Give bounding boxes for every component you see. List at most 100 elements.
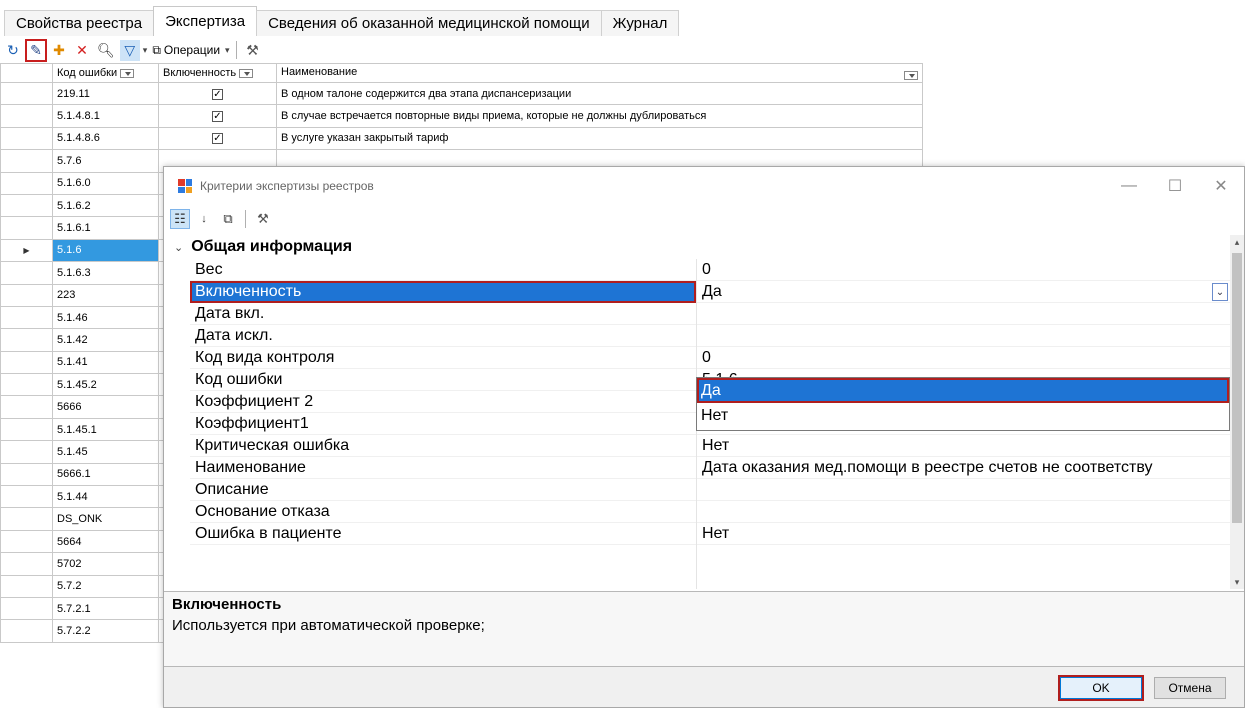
property-value[interactable]: Нет (697, 523, 1230, 545)
property-row[interactable]: Включенность Да ⌄ (164, 281, 1230, 303)
row-indicator[interactable] (0, 261, 53, 285)
cell-error-code[interactable]: 5.7.2 (52, 574, 159, 598)
property-row[interactable]: Вес 0 (164, 259, 1230, 281)
row-indicator[interactable] (0, 462, 53, 487)
enabled-checkbox[interactable]: ✓ (212, 111, 223, 123)
property-name[interactable]: Критическая ошибка (190, 435, 696, 457)
row-indicator[interactable] (0, 283, 53, 307)
row-indicator[interactable] (0, 216, 53, 240)
property-value[interactable]: 0 (697, 347, 1230, 369)
cell-name[interactable]: В случае встречается повторные виды прие… (276, 104, 923, 128)
property-value[interactable]: Дата оказания мед.помощи в реестре счето… (697, 457, 1230, 479)
row-indicator[interactable] (0, 193, 53, 218)
cell-error-code[interactable]: 5.1.45 (52, 440, 159, 464)
row-indicator[interactable] (0, 529, 53, 554)
tab-expertise[interactable]: Экспертиза (153, 6, 258, 36)
ok-button[interactable]: OK (1058, 675, 1144, 701)
maximize-icon[interactable]: ☐ (1152, 167, 1198, 205)
property-row[interactable]: Критическая ошибка Нет (164, 435, 1230, 457)
row-indicator[interactable] (0, 485, 53, 509)
property-name[interactable]: Описание (190, 479, 696, 501)
column-header-error-code[interactable]: Код ошибки (52, 63, 159, 83)
cell-error-code[interactable]: 5.1.6.0 (52, 171, 159, 195)
cell-error-code[interactable]: 5.7.6 (52, 149, 159, 173)
collapse-chevron-icon[interactable]: ⌄ (174, 241, 183, 254)
row-indicator[interactable] (0, 305, 53, 330)
category-general-info[interactable]: ⌄ Общая информация (164, 235, 1230, 259)
property-name[interactable]: Код вида контроля (190, 347, 696, 369)
filter-icon[interactable]: ▽ (119, 39, 140, 61)
row-indicator[interactable] (0, 507, 53, 531)
cell-error-code[interactable]: 5702 (52, 552, 159, 576)
property-value[interactable]: Да ⌄ (697, 281, 1230, 303)
scroll-thumb[interactable] (1232, 253, 1242, 523)
cell-name[interactable]: В услуге указан закрытый тариф (276, 126, 923, 151)
property-name[interactable]: Включенность (190, 281, 696, 303)
add-icon[interactable]: ✚ (49, 40, 69, 61)
row-indicator[interactable] (0, 596, 53, 621)
column-filter-icon[interactable] (120, 68, 135, 78)
table-row[interactable]: 5.1.4.8.1 ✓ В случае встречается повторные… (0, 104, 923, 128)
tab-registry-properties[interactable]: Свойства реестра (4, 10, 155, 36)
row-indicator[interactable] (0, 126, 53, 151)
row-indicator[interactable] (0, 395, 53, 419)
cell-error-code[interactable]: 5.1.6 (52, 238, 159, 263)
cell-error-code[interactable]: 5.1.46 (52, 305, 159, 330)
property-name[interactable]: Основание отказа (190, 501, 696, 523)
enabled-checkbox[interactable]: ✓ (212, 88, 223, 100)
property-value[interactable] (697, 479, 1230, 501)
cell-error-code[interactable]: 5.1.42 (52, 328, 159, 352)
cell-error-code[interactable]: 5.1.45.2 (52, 373, 159, 397)
property-row[interactable]: Описание (164, 479, 1230, 501)
property-name[interactable]: Коэффициент1 (190, 413, 696, 435)
cell-error-code[interactable]: 5.1.44 (52, 485, 159, 509)
row-indicator[interactable] (0, 373, 53, 397)
row-indicator[interactable] (0, 81, 53, 106)
tab-medical-care-info[interactable]: Сведения об оказанной медицинской помощи (256, 10, 602, 36)
delete-icon[interactable]: ✕ (72, 40, 92, 61)
minimize-icon[interactable]: — (1106, 167, 1152, 205)
cell-name[interactable]: В одном талоне содержится два этапа дисп… (276, 81, 923, 106)
row-indicator[interactable] (0, 440, 53, 464)
property-row[interactable]: Код вида контроля 0 (164, 347, 1230, 369)
tab-journal[interactable]: Журнал (600, 10, 680, 36)
row-indicator[interactable] (0, 328, 53, 352)
cell-error-code[interactable]: 5664 (52, 529, 159, 554)
row-indicator[interactable] (0, 104, 53, 128)
property-row[interactable]: Дата вкл. (164, 303, 1230, 325)
find-icon[interactable]: 🔍︎ (95, 40, 117, 61)
cell-enabled[interactable]: ✓ (158, 81, 277, 106)
property-row[interactable]: Наименование Дата оказания мед.помощи в р… (164, 457, 1230, 479)
cell-error-code[interactable]: 5.1.45.1 (52, 417, 159, 442)
sort-alphabetical-icon[interactable]: ↓ (194, 209, 214, 229)
operations-button[interactable]: ⧉ Операции (150, 40, 222, 61)
column-header-enabled[interactable]: Включенность (158, 63, 277, 83)
cell-error-code[interactable]: 5666.1 (52, 462, 159, 487)
cell-error-code[interactable]: DS_ONK (52, 507, 159, 531)
cell-enabled[interactable]: ✓ (158, 104, 277, 128)
column-header-name[interactable]: Наименование (276, 63, 923, 83)
tools-icon[interactable]: ⚒ (243, 40, 263, 61)
cell-error-code[interactable]: 5.1.4.8.1 (52, 104, 159, 128)
property-row[interactable]: Ошибка в пациенте Нет (164, 523, 1230, 545)
scroll-up-icon[interactable]: ▴ (1230, 235, 1244, 249)
refresh-icon[interactable]: ↻ (3, 40, 23, 61)
row-indicator[interactable] (0, 149, 53, 173)
column-filter-icon[interactable] (239, 68, 254, 78)
row-indicator[interactable] (0, 350, 53, 375)
property-row[interactable]: Основание отказа (164, 501, 1230, 523)
tools-icon[interactable]: ⚒ (253, 209, 273, 229)
table-row[interactable]: 219.11 ✓ В одном талоне содержится два эта… (0, 81, 923, 106)
cell-error-code[interactable]: 5.1.41 (52, 350, 159, 375)
property-row[interactable]: Дата искл. (164, 325, 1230, 347)
row-indicator[interactable] (0, 552, 53, 576)
cell-error-code[interactable]: 5666 (52, 395, 159, 419)
cell-error-code[interactable]: 5.1.6.2 (52, 193, 159, 218)
enabled-checkbox[interactable]: ✓ (212, 133, 223, 145)
row-indicator[interactable]: ▶ (0, 238, 53, 263)
dropdown-option-no[interactable]: Нет (697, 403, 1229, 428)
property-name[interactable]: Код ошибки (190, 369, 696, 391)
property-value[interactable]: Нет (697, 435, 1230, 457)
property-value[interactable]: 0 (697, 259, 1230, 281)
close-icon[interactable]: ✕ (1198, 167, 1244, 205)
